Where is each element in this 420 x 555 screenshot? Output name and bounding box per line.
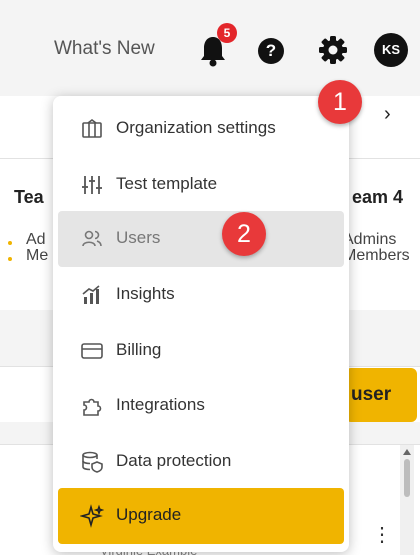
members-label: Members	[343, 247, 410, 264]
sliders-icon	[82, 176, 102, 194]
menu-item-integrations[interactable]: Integrations	[58, 378, 344, 434]
menu-item-insights[interactable]: Insights	[58, 267, 344, 323]
menu-item-label: Integrations	[116, 395, 205, 414]
team-card-title: Tea	[14, 187, 44, 207]
whats-new-link[interactable]: What's New	[54, 38, 155, 60]
insights-icon	[82, 285, 100, 304]
menu-item-organization-settings[interactable]: Organization settings	[58, 101, 344, 157]
menu-item-label: Users	[116, 228, 161, 247]
step-callout-2: 2	[222, 212, 266, 256]
settings-dropdown-menu: Organization settings Test template User…	[53, 96, 349, 552]
building-icon	[82, 119, 102, 138]
credit-card-icon	[81, 343, 103, 359]
help-icon[interactable]: ?	[258, 38, 284, 64]
add-user-button[interactable]: user	[345, 368, 417, 422]
menu-item-label: Test template	[116, 174, 218, 193]
members-label: Me	[26, 247, 49, 264]
row-more-icon[interactable]: ⋮	[372, 525, 392, 545]
menu-item-test-template[interactable]: Test template	[58, 157, 344, 213]
menu-item-label: Upgrade	[116, 505, 182, 524]
notification-badge: 5	[217, 23, 237, 43]
chevron-right-icon[interactable]: ›	[384, 103, 391, 126]
database-shield-icon	[82, 451, 103, 473]
menu-item-label: Organization settings	[116, 118, 276, 137]
scroll-up-arrow[interactable]	[403, 449, 411, 455]
menu-item-data-protection[interactable]: Data protection	[58, 434, 344, 490]
menu-item-label: Data protection	[116, 451, 232, 470]
top-header: What's New 5 ? KS	[0, 0, 420, 96]
menu-item-billing[interactable]: Billing	[58, 323, 344, 379]
menu-item-label: Insights	[116, 284, 175, 303]
sparkle-icon	[80, 504, 104, 528]
bullet-dot	[8, 241, 12, 245]
menu-item-label: Billing	[116, 340, 162, 359]
users-icon	[82, 230, 102, 247]
scrollbar-thumb[interactable]	[404, 459, 410, 497]
user-avatar[interactable]: KS	[374, 33, 408, 67]
puzzle-icon	[83, 398, 102, 416]
team-card-title: eam 4	[352, 187, 404, 207]
bullet-dot	[8, 257, 12, 261]
step-callout-1: 1	[318, 80, 362, 124]
gear-icon[interactable]	[318, 35, 348, 65]
menu-item-upgrade[interactable]: Upgrade	[58, 488, 344, 544]
menu-item-users[interactable]: Users	[58, 211, 344, 267]
